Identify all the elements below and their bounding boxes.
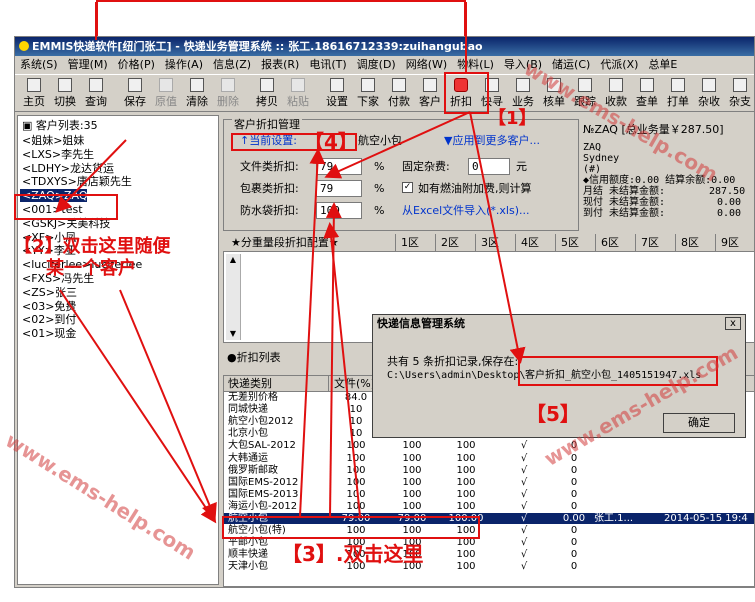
arrow-line	[324, 111, 471, 179]
arrow-line	[469, 111, 526, 364]
arrow-line	[55, 139, 127, 213]
arrow-line	[323, 222, 361, 517]
arrow-line	[119, 289, 217, 520]
arrow-line	[299, 148, 326, 517]
